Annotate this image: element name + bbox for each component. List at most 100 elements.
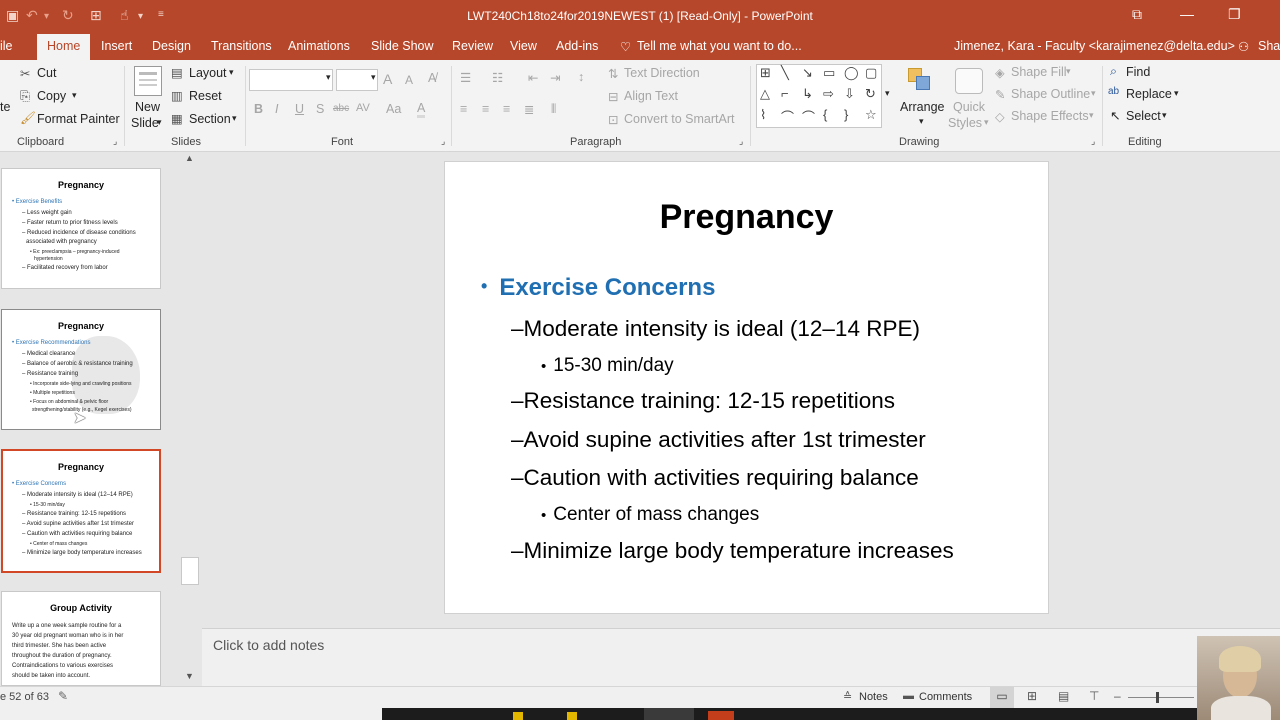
slide-sub-bullet[interactable]: • Center of mass changes	[541, 504, 759, 526]
curved-arrow-icon[interactable]: ↻	[865, 86, 876, 102]
change-case-button[interactable]: Aa	[386, 102, 401, 116]
slide-thumbnail-52[interactable]: Pregnancy • Exercise Concerns – Moderate…	[1, 449, 161, 573]
align-text-button[interactable]: Align Text	[624, 89, 678, 103]
elbow-arrow-icon[interactable]: ↳	[802, 86, 813, 102]
quick-styles-label-1[interactable]: Quick	[953, 100, 985, 114]
new-slide-dropdown-icon[interactable]: ▾	[157, 117, 162, 128]
freeform-icon[interactable]: ⌇	[760, 107, 766, 123]
arrow-line-icon[interactable]: ↘	[802, 65, 813, 81]
slide-title[interactable]: Pregnancy	[445, 198, 1048, 237]
tab-home[interactable]: Home	[37, 34, 91, 60]
replace-dropdown-icon[interactable]: ▾	[1174, 88, 1179, 99]
zoom-out-icon[interactable]: –	[1114, 689, 1121, 703]
format-painter-button[interactable]: Format Painter	[37, 112, 120, 126]
align-center-icon[interactable]: ≡	[482, 102, 489, 116]
new-slide-label-1[interactable]: New	[135, 100, 160, 114]
clear-formatting-icon[interactable]: A̸	[428, 71, 436, 85]
section-dropdown-icon[interactable]: ▾	[232, 113, 237, 124]
shape-outline-button[interactable]: Shape Outline	[1011, 87, 1090, 101]
curve-shape-icon[interactable]: ⌒	[781, 107, 794, 126]
arrange-dropdown-icon[interactable]: ▾	[919, 116, 924, 127]
explorer-taskbar-icon[interactable]	[513, 712, 523, 720]
copy-button[interactable]: Copy	[37, 89, 66, 103]
increase-indent-icon[interactable]: ⇥	[550, 70, 560, 85]
font-color-icon[interactable]: A	[417, 101, 426, 118]
reset-button[interactable]: Reset	[189, 89, 222, 103]
shape-fill-dropdown-icon[interactable]: ▾	[1066, 66, 1071, 77]
select-button[interactable]: Select	[1126, 109, 1161, 123]
replace-button[interactable]: Replace	[1126, 87, 1172, 101]
font-size-dropdown-icon[interactable]: ▾	[371, 72, 376, 83]
shape-effects-button[interactable]: Shape Effects	[1011, 109, 1089, 123]
find-button[interactable]: Find	[1126, 65, 1150, 79]
font-launcher-icon[interactable]: ⌟	[441, 136, 445, 147]
tab-review[interactable]: Review	[452, 39, 493, 53]
bullets-icon[interactable]: ☰	[460, 70, 471, 85]
slide-heading[interactable]: • Exercise Concerns	[481, 274, 715, 302]
slide-thumbnail-50[interactable]: Pregnancy • Exercise Benefits – Less wei…	[1, 168, 161, 289]
cut-button[interactable]: Cut	[37, 66, 56, 80]
tab-view[interactable]: View	[510, 39, 537, 53]
slide-bullet[interactable]: –Moderate intensity is ideal (12–14 RPE)	[511, 316, 920, 342]
tab-file[interactable]: ile	[0, 39, 13, 53]
layout-dropdown-icon[interactable]: ▾	[229, 67, 234, 78]
taskbar-active-app[interactable]	[644, 708, 694, 720]
shape-effects-dropdown-icon[interactable]: ▾	[1089, 110, 1094, 121]
ribbon-display-icon[interactable]: ⧉	[1132, 6, 1142, 23]
spell-check-icon[interactable]: ✎	[58, 689, 68, 703]
tab-slide-show[interactable]: Slide Show	[371, 39, 434, 53]
tab-animations[interactable]: Animations	[288, 39, 350, 53]
shrink-font-icon[interactable]: A	[405, 73, 413, 87]
slide-bullet[interactable]: –Avoid supine activities after 1st trime…	[511, 427, 926, 453]
paragraph-launcher-icon[interactable]: ⌟	[739, 136, 743, 147]
text-box-icon[interactable]: ⊞	[760, 65, 771, 81]
tab-insert[interactable]: Insert	[101, 39, 132, 53]
scroll-down-icon[interactable]: ▼	[185, 671, 194, 681]
new-slide-icon[interactable]	[134, 66, 162, 96]
arc-shape-icon[interactable]: ⌒	[802, 107, 815, 126]
convert-smartart-button[interactable]: Convert to SmartArt	[624, 112, 734, 126]
drawing-launcher-icon[interactable]: ⌟	[1091, 136, 1095, 147]
left-brace-icon[interactable]: {	[823, 107, 827, 122]
person-icon[interactable]: ⚇	[1238, 39, 1249, 54]
paste-button[interactable]: te	[0, 100, 10, 114]
quick-styles-label-2[interactable]: Styles	[948, 116, 982, 130]
app-taskbar-icon[interactable]	[567, 712, 577, 720]
underline-button[interactable]: U	[295, 102, 304, 116]
justify-icon[interactable]: ≣	[524, 102, 534, 117]
text-direction-button[interactable]: Text Direction	[624, 66, 700, 80]
slide-bullet[interactable]: –Minimize large body temperature increas…	[511, 538, 954, 564]
restore-icon[interactable]: ❐	[1228, 6, 1241, 23]
thumbnail-scrollbar[interactable]: ▲ ▼	[180, 152, 200, 686]
slide-sub-bullet[interactable]: • 15-30 min/day	[541, 355, 674, 377]
scroll-up-icon[interactable]: ▲	[185, 153, 194, 163]
tab-add-ins[interactable]: Add-ins	[556, 39, 598, 53]
grow-font-icon[interactable]: A	[383, 71, 392, 87]
down-arrow-shape-icon[interactable]: ⇩	[844, 86, 855, 102]
slide-bullet[interactable]: –Resistance training: 12-15 repetitions	[511, 388, 895, 414]
italic-button[interactable]: I	[275, 102, 278, 116]
powerpoint-taskbar-icon[interactable]	[708, 711, 734, 720]
strikethrough-button[interactable]: abc	[333, 103, 349, 114]
tell-me-input[interactable]: Tell me what you want to do...	[637, 39, 802, 53]
shadow-button[interactable]: S	[316, 102, 324, 116]
notes-button[interactable]: Notes	[859, 691, 888, 703]
shape-fill-button[interactable]: Shape Fill	[1011, 65, 1067, 79]
slide-thumbnail-53[interactable]: Group Activity Write up a one week sampl…	[1, 591, 161, 686]
comments-button[interactable]: Comments	[919, 691, 972, 703]
line-shape-icon[interactable]: ╲	[781, 65, 789, 81]
font-family-dropdown-icon[interactable]: ▾	[326, 72, 331, 83]
char-spacing-button[interactable]: AV	[356, 102, 370, 114]
bold-button[interactable]: B	[254, 102, 263, 116]
zoom-slider-thumb[interactable]	[1156, 692, 1159, 703]
elbow-connector-icon[interactable]: ⌐	[781, 86, 789, 101]
quick-styles-dropdown-icon[interactable]: ▾	[984, 117, 989, 128]
notes-pane[interactable]: Click to add notes	[202, 628, 1280, 686]
right-arrow-shape-icon[interactable]: ⇨	[823, 86, 834, 102]
clipboard-launcher-icon[interactable]: ⌟	[113, 136, 117, 147]
line-spacing-icon[interactable]: ↕	[578, 70, 584, 84]
triangle-shape-icon[interactable]: △	[760, 86, 770, 102]
right-brace-icon[interactable]: }	[844, 107, 848, 122]
layout-button[interactable]: Layout	[189, 66, 227, 80]
reading-view-icon[interactable]: ▤	[1058, 689, 1069, 703]
